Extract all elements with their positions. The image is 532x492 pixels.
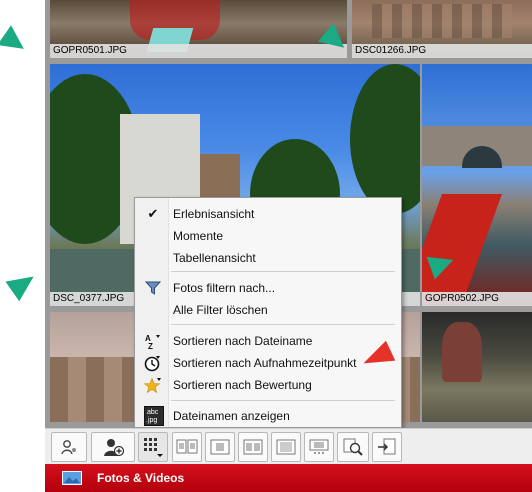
photo-tile[interactable]: GOPR0501.JPG: [50, 0, 347, 58]
menu-item-fotos-filtern[interactable]: Fotos filtern nach...: [135, 278, 401, 298]
menu-item-alle-filter-loeschen[interactable]: Alle Filter löschen: [135, 300, 401, 320]
menu-item-label: Fotos filtern nach...: [173, 281, 276, 295]
menu-item-label: Sortieren nach Bewertung: [173, 378, 312, 392]
filmstrip-icon: [309, 439, 329, 454]
section-title[interactable]: Fotos & Videos: [97, 464, 184, 492]
clock-icon: [144, 355, 162, 372]
export-button[interactable]: [372, 432, 402, 462]
menu-item-sortieren-dateiname[interactable]: A Z Sortieren nach Dateiname: [135, 331, 401, 351]
star-icon: [143, 377, 162, 394]
menu-item-momente[interactable]: Momente: [135, 226, 401, 246]
add-person-icon: [104, 439, 125, 457]
figure-detail: [442, 322, 482, 382]
compare-view-button[interactable]: [172, 432, 202, 462]
facade-detail: [372, 4, 512, 38]
left-margin: [0, 0, 45, 492]
single-image-icon: [210, 439, 230, 455]
fullscreen-view-button[interactable]: [271, 432, 301, 462]
filter-icon: [144, 280, 162, 296]
zoom-view-button[interactable]: [337, 432, 369, 462]
menu-item-label: Momente: [173, 229, 224, 243]
book-view-icon: [176, 439, 198, 454]
view-mode-dropdown-button[interactable]: [138, 432, 168, 462]
magnifier-icon: [343, 438, 363, 456]
menu-separator: [171, 271, 395, 272]
abc-jpg-icon: abc .jpg: [144, 406, 164, 426]
photo-tile[interactable]: [422, 312, 532, 422]
split-view-icon: [243, 439, 263, 455]
people-view-button[interactable]: [51, 432, 87, 462]
menu-item-label: Tabellenansicht: [173, 251, 256, 265]
grid-view-icon: [144, 438, 163, 457]
menu-item-label: Erlebnisansicht: [173, 207, 255, 221]
menu-separator: [171, 400, 395, 401]
sort-az-icon: A Z: [144, 333, 162, 351]
menu-separator: [171, 324, 395, 325]
menu-item-label: Sortieren nach Aufnahmezeitpunkt: [173, 356, 357, 370]
tree-shape: [350, 64, 420, 214]
menu-item-label: Alle Filter löschen: [173, 303, 268, 317]
filmstrip-view-button[interactable]: [304, 432, 334, 462]
menu-item-tabellenansicht[interactable]: Tabellenansicht: [135, 248, 401, 268]
menu-item-label: Sortieren nach Dateiname: [173, 334, 313, 348]
menu-item-sortieren-bewertung[interactable]: Sortieren nach Bewertung: [135, 375, 401, 395]
person-icon: [61, 440, 76, 455]
single-view-button[interactable]: [205, 432, 235, 462]
photo-filename: DSC01266.JPG: [352, 44, 532, 58]
svg-text:.jpg: .jpg: [146, 417, 157, 424]
menu-item-dateinamen-anzeigen[interactable]: abc .jpg Dateinamen anzeigen: [135, 406, 401, 426]
add-person-button[interactable]: [91, 432, 135, 462]
side-by-side-button[interactable]: [238, 432, 268, 462]
section-bar: Fotos & Videos: [45, 464, 532, 492]
bottom-toolbar: [45, 428, 532, 464]
photo-filename: GOPR0501.JPG: [50, 44, 347, 58]
photo-icon: [62, 471, 82, 485]
checkmark-icon: ✔: [147, 206, 159, 221]
photo-filename: GOPR0502.JPG: [422, 292, 532, 306]
svg-text:abc: abc: [147, 409, 159, 416]
photo-tile[interactable]: DSC01266.JPG: [352, 0, 532, 58]
fullscreen-icon: [276, 439, 296, 455]
menu-item-label: Dateinamen anzeigen: [173, 409, 290, 423]
export-icon: [378, 438, 396, 455]
context-menu: ✔ Erlebnisansicht Momente Tabellenansich…: [134, 197, 402, 428]
menu-item-erlebnisansicht[interactable]: ✔ Erlebnisansicht: [135, 204, 401, 224]
svg-text:Z: Z: [148, 342, 153, 351]
boat-bow: [422, 194, 503, 304]
